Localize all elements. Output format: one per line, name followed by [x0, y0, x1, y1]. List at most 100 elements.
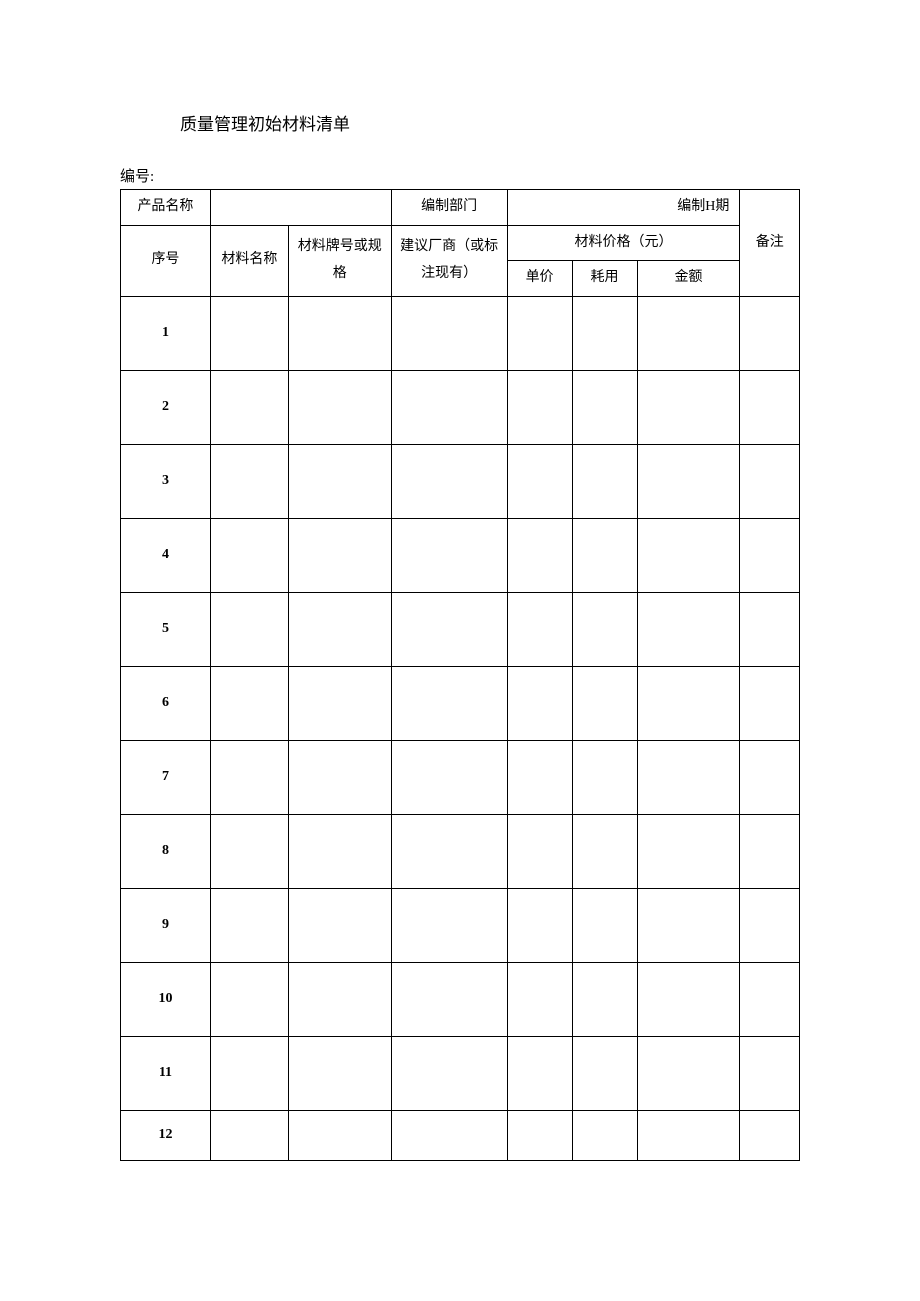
header-mat-no: 材料牌号或规格 — [288, 225, 391, 296]
cell-mat-name — [210, 1110, 288, 1160]
cell-unit-price — [507, 444, 572, 518]
table-row: 10 — [121, 962, 800, 1036]
cell-unit-price — [507, 962, 572, 1036]
cell-amount — [637, 444, 740, 518]
number-label: 编号: — [120, 165, 800, 186]
cell-remark — [740, 1110, 800, 1160]
cell-factory — [391, 740, 507, 814]
cell-remark — [740, 888, 800, 962]
table-row: 6 — [121, 666, 800, 740]
cell-remark — [740, 740, 800, 814]
cell-factory — [391, 1110, 507, 1160]
cell-usage — [572, 814, 637, 888]
cell-usage — [572, 888, 637, 962]
header-remark: 备注 — [740, 190, 800, 297]
cell-seq: 11 — [121, 1036, 211, 1110]
cell-mat-no — [288, 740, 391, 814]
header-date: 编制H期 — [507, 190, 740, 226]
cell-mat-no — [288, 370, 391, 444]
cell-factory — [391, 444, 507, 518]
cell-unit-price — [507, 740, 572, 814]
cell-seq: 8 — [121, 814, 211, 888]
cell-unit-price — [507, 370, 572, 444]
cell-mat-name — [210, 666, 288, 740]
cell-seq: 1 — [121, 296, 211, 370]
header-factory: 建议厂商（或标注现有） — [391, 225, 507, 296]
cell-amount — [637, 518, 740, 592]
cell-product-name-value — [210, 190, 391, 226]
cell-mat-name — [210, 370, 288, 444]
cell-remark — [740, 666, 800, 740]
table-row: 9 — [121, 888, 800, 962]
cell-factory — [391, 814, 507, 888]
cell-mat-name — [210, 814, 288, 888]
cell-unit-price — [507, 592, 572, 666]
header-seq: 序号 — [121, 225, 211, 296]
cell-seq: 7 — [121, 740, 211, 814]
table-row: 2 — [121, 370, 800, 444]
cell-mat-no — [288, 518, 391, 592]
cell-mat-name — [210, 592, 288, 666]
cell-seq: 5 — [121, 592, 211, 666]
cell-factory — [391, 666, 507, 740]
cell-mat-no — [288, 814, 391, 888]
cell-factory — [391, 296, 507, 370]
table-row: 8 — [121, 814, 800, 888]
cell-amount — [637, 814, 740, 888]
cell-factory — [391, 370, 507, 444]
cell-unit-price — [507, 296, 572, 370]
table-header-row-2: 序号 材料名称 材料牌号或规格 建议厂商（或标注现有） 材料价格（元） — [121, 225, 800, 261]
cell-mat-no — [288, 296, 391, 370]
cell-usage — [572, 962, 637, 1036]
cell-amount — [637, 296, 740, 370]
cell-remark — [740, 296, 800, 370]
cell-unit-price — [507, 666, 572, 740]
cell-amount — [637, 1036, 740, 1110]
cell-mat-no — [288, 444, 391, 518]
cell-remark — [740, 444, 800, 518]
table-row: 12 — [121, 1110, 800, 1160]
cell-remark — [740, 370, 800, 444]
cell-unit-price — [507, 888, 572, 962]
cell-mat-name — [210, 518, 288, 592]
cell-seq: 4 — [121, 518, 211, 592]
cell-mat-no — [288, 888, 391, 962]
cell-usage — [572, 740, 637, 814]
table-row: 5 — [121, 592, 800, 666]
cell-factory — [391, 518, 507, 592]
cell-amount — [637, 592, 740, 666]
cell-mat-no — [288, 962, 391, 1036]
header-dept: 编制部门 — [391, 190, 507, 226]
cell-factory — [391, 592, 507, 666]
cell-remark — [740, 1036, 800, 1110]
header-product-name: 产品名称 — [121, 190, 211, 226]
cell-mat-no — [288, 1036, 391, 1110]
cell-usage — [572, 592, 637, 666]
cell-seq: 9 — [121, 888, 211, 962]
cell-unit-price — [507, 518, 572, 592]
cell-remark — [740, 592, 800, 666]
cell-seq: 3 — [121, 444, 211, 518]
header-amount: 金额 — [637, 261, 740, 297]
cell-mat-name — [210, 888, 288, 962]
cell-usage — [572, 370, 637, 444]
cell-amount — [637, 888, 740, 962]
cell-mat-name — [210, 296, 288, 370]
table-row: 4 — [121, 518, 800, 592]
cell-unit-price — [507, 1036, 572, 1110]
header-price-group: 材料价格（元） — [507, 225, 740, 261]
cell-mat-no — [288, 1110, 391, 1160]
cell-amount — [637, 1110, 740, 1160]
cell-amount — [637, 666, 740, 740]
header-usage: 耗用 — [572, 261, 637, 297]
cell-usage — [572, 296, 637, 370]
cell-unit-price — [507, 1110, 572, 1160]
cell-remark — [740, 518, 800, 592]
cell-factory — [391, 888, 507, 962]
document-title: 质量管理初始材料清单 — [180, 110, 800, 135]
cell-mat-name — [210, 1036, 288, 1110]
cell-mat-no — [288, 666, 391, 740]
table-row: 7 — [121, 740, 800, 814]
cell-unit-price — [507, 814, 572, 888]
cell-seq: 2 — [121, 370, 211, 444]
